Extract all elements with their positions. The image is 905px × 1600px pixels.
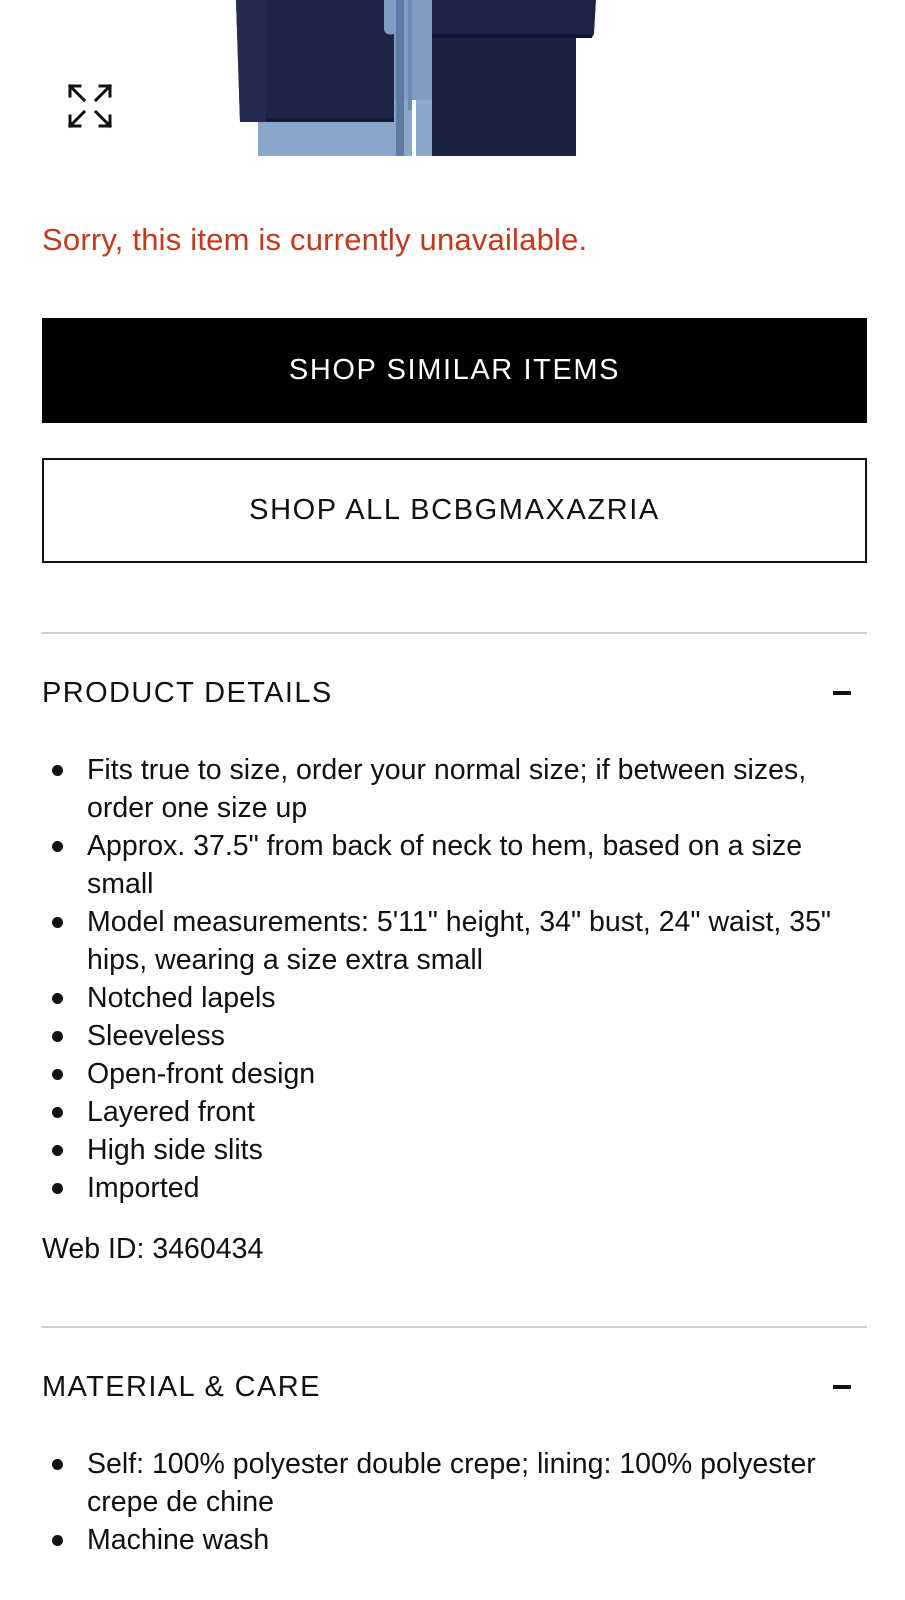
minus-icon[interactable]: [833, 691, 851, 695]
section-divider: [42, 632, 867, 634]
unavailable-message: Sorry, this item is currently unavailabl…: [42, 222, 588, 257]
section-divider: [42, 1326, 867, 1328]
list-item: Self: 100% polyester double crepe; linin…: [42, 1445, 867, 1521]
product-details-header[interactable]: PRODUCT DETAILS: [42, 671, 867, 715]
list-item: Sleeveless: [42, 1017, 867, 1055]
material-care-header[interactable]: MATERIAL & CARE: [42, 1365, 867, 1409]
list-item: Approx. 37.5" from back of neck to hem, …: [42, 827, 867, 903]
list-item: Open-front design: [42, 1055, 867, 1093]
list-item: Machine wash: [42, 1521, 867, 1559]
list-item: Fits true to size, order your normal siz…: [42, 751, 867, 827]
product-photo: [236, 0, 598, 156]
web-id: Web ID: 3460434: [42, 1233, 264, 1265]
product-details-title: PRODUCT DETAILS: [42, 676, 333, 709]
list-item: High side slits: [42, 1131, 867, 1169]
list-item: Layered front: [42, 1093, 867, 1131]
list-item: Imported: [42, 1169, 867, 1207]
shop-all-brand-button[interactable]: SHOP ALL BCBGMAXAZRIA: [42, 458, 867, 563]
shop-similar-items-button[interactable]: SHOP SIMILAR ITEMS: [42, 318, 867, 423]
material-care-title: MATERIAL & CARE: [42, 1370, 321, 1403]
material-care-list: Self: 100% polyester double crepe; linin…: [42, 1445, 867, 1559]
minus-icon[interactable]: [833, 1385, 851, 1389]
list-item: Model measurements: 5'11" height, 34" bu…: [42, 903, 867, 979]
expand-icon[interactable]: [62, 78, 118, 134]
list-item: Notched lapels: [42, 979, 867, 1017]
product-details-list: Fits true to size, order your normal siz…: [42, 751, 867, 1207]
product-image[interactable]: [0, 0, 905, 156]
